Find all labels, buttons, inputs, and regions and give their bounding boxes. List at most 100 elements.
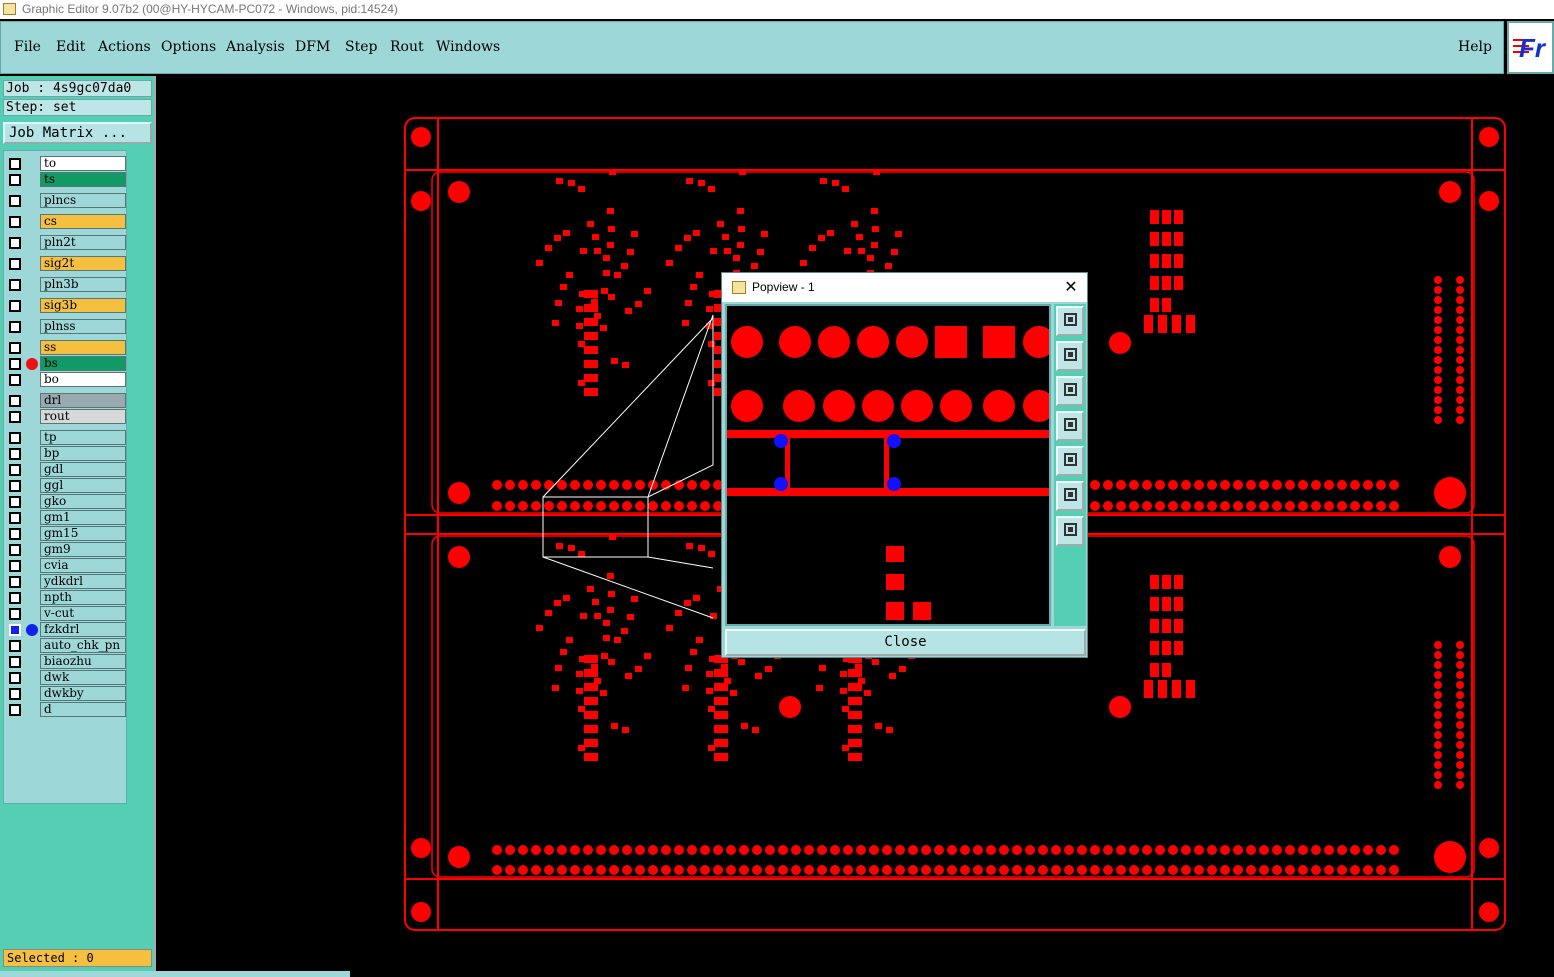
layer-row-gm1[interactable]: gm1 xyxy=(4,510,128,526)
layer-checkbox[interactable] xyxy=(9,411,21,423)
menu-windows[interactable]: Windows xyxy=(436,39,500,55)
layer-name[interactable]: dwkby xyxy=(40,686,126,701)
layer-row-gdl[interactable]: gdl xyxy=(4,462,128,478)
layer-checkbox[interactable] xyxy=(9,704,21,716)
layer-row-ss[interactable]: ss xyxy=(4,340,128,356)
layer-checkbox[interactable] xyxy=(9,592,21,604)
layer-name[interactable]: bo xyxy=(40,372,126,387)
layer-row-pln2t[interactable]: pln2t xyxy=(4,235,128,251)
layer-checkbox[interactable] xyxy=(9,237,21,249)
layer-checkbox[interactable] xyxy=(9,279,21,291)
layer-row-ydkdrl[interactable]: ydkdrl xyxy=(4,574,128,590)
layer-name[interactable]: gm1 xyxy=(40,510,126,525)
layer-name[interactable]: d xyxy=(40,702,126,717)
layer-row-ggl[interactable]: ggl xyxy=(4,478,128,494)
menu-file[interactable]: File xyxy=(14,39,41,55)
layer-checkbox[interactable] xyxy=(9,528,21,540)
menu-rout[interactable]: Rout xyxy=(390,39,424,55)
layer-row-auto_chk_pn[interactable]: auto_chk_pn xyxy=(4,638,128,654)
layer-name[interactable]: to xyxy=(40,156,126,171)
layer-row-tp[interactable]: tp xyxy=(4,430,128,446)
layer-name[interactable]: gko xyxy=(40,494,126,509)
layer-checkbox[interactable] xyxy=(9,432,21,444)
layer-name[interactable]: sig2t xyxy=(40,256,126,271)
layer-checkbox[interactable] xyxy=(9,174,21,186)
layer-row-bp[interactable]: bp xyxy=(4,446,128,462)
layer-checkbox[interactable] xyxy=(9,395,21,407)
layer-checkbox[interactable] xyxy=(9,560,21,572)
layer-checkbox[interactable] xyxy=(9,544,21,556)
layer-name[interactable]: gm15 xyxy=(40,526,126,541)
layer-checkbox[interactable] xyxy=(9,624,21,636)
layer-checkbox[interactable] xyxy=(9,258,21,270)
layer-row-rout[interactable]: rout xyxy=(4,409,128,425)
layer-row-drl[interactable]: drl xyxy=(4,393,128,409)
layer-name[interactable]: bp xyxy=(40,446,126,461)
layer-row-bo[interactable]: bo xyxy=(4,372,128,388)
layer-row-fzkdrl[interactable]: fzkdrl xyxy=(4,622,128,638)
zoom-window-icon[interactable] xyxy=(1056,306,1084,336)
layer-name[interactable]: dwk xyxy=(40,670,126,685)
close-button[interactable]: Close xyxy=(725,629,1086,656)
layer-name[interactable]: pln3b xyxy=(40,277,126,292)
layer-name[interactable]: tp xyxy=(40,430,126,445)
layer-name[interactable]: bs xyxy=(40,356,126,371)
layer-row-bs[interactable]: bs xyxy=(4,356,128,372)
layer-row-gm9[interactable]: gm9 xyxy=(4,542,128,558)
layer-row-plnss[interactable]: plnss xyxy=(4,319,128,335)
layer-name[interactable]: ggl xyxy=(40,478,126,493)
layer-name[interactable]: ydkdrl xyxy=(40,574,126,589)
layer-row-v-cut[interactable]: v-cut xyxy=(4,606,128,622)
menu-actions[interactable]: Actions xyxy=(98,39,151,55)
layer-name[interactable]: drl xyxy=(40,393,126,408)
layer-name[interactable]: ss xyxy=(40,340,126,355)
layer-row-sig2t[interactable]: sig2t xyxy=(4,256,128,272)
layer-checkbox[interactable] xyxy=(9,321,21,333)
menu-dfm[interactable]: DFM xyxy=(295,39,330,55)
layer-row-biaozhu[interactable]: biaozhu xyxy=(4,654,128,670)
layer-name[interactable]: npth xyxy=(40,590,126,605)
menu-analysis[interactable]: Analysis xyxy=(226,39,285,55)
layer-checkbox[interactable] xyxy=(9,358,21,370)
menu-edit[interactable]: Edit xyxy=(56,39,85,55)
layer-checkbox[interactable] xyxy=(9,672,21,684)
pan-up-icon[interactable] xyxy=(1056,341,1084,371)
pan-right-icon[interactable] xyxy=(1056,446,1084,476)
layer-checkbox[interactable] xyxy=(9,342,21,354)
menu-options[interactable]: Options xyxy=(161,39,216,55)
layer-row-ts[interactable]: ts xyxy=(4,172,128,188)
layer-checkbox[interactable] xyxy=(9,640,21,652)
zoom-fit-icon[interactable] xyxy=(1056,481,1084,511)
layer-checkbox[interactable] xyxy=(9,374,21,386)
layer-row-d[interactable]: d xyxy=(4,702,128,718)
layer-row-sig3b[interactable]: sig3b xyxy=(4,298,128,314)
job-matrix-button[interactable]: Job Matrix ... xyxy=(3,122,152,144)
layer-name[interactable]: plnss xyxy=(40,319,126,334)
layer-name[interactable]: biaozhu xyxy=(40,654,126,669)
layer-name[interactable]: ts xyxy=(40,172,126,187)
layer-name[interactable]: fzkdrl xyxy=(40,622,126,637)
layer-row-dwk[interactable]: dwk xyxy=(4,670,128,686)
menu-help[interactable]: Help xyxy=(1458,39,1492,55)
layer-name[interactable]: gdl xyxy=(40,462,126,477)
layer-name[interactable]: cs xyxy=(40,214,126,229)
layer-checkbox[interactable] xyxy=(9,216,21,228)
layer-checkbox[interactable] xyxy=(9,496,21,508)
close-icon[interactable]: ✕ xyxy=(1061,277,1081,297)
layer-checkbox[interactable] xyxy=(9,688,21,700)
layer-name[interactable]: gm9 xyxy=(40,542,126,557)
layer-row-cs[interactable]: cs xyxy=(4,214,128,230)
layer-checkbox[interactable] xyxy=(9,300,21,312)
layer-checkbox[interactable] xyxy=(9,195,21,207)
layer-row-to[interactable]: to xyxy=(4,156,128,172)
layer-name[interactable]: plncs xyxy=(40,193,126,208)
layer-checkbox[interactable] xyxy=(9,448,21,460)
layer-row-cvia[interactable]: cvia xyxy=(4,558,128,574)
layer-checkbox[interactable] xyxy=(9,480,21,492)
layer-name[interactable]: rout xyxy=(40,409,126,424)
pan-down-icon[interactable] xyxy=(1056,376,1084,406)
layer-checkbox[interactable] xyxy=(9,158,21,170)
layer-name[interactable]: sig3b xyxy=(40,298,126,313)
layer-row-gko[interactable]: gko xyxy=(4,494,128,510)
layer-checkbox[interactable] xyxy=(9,464,21,476)
